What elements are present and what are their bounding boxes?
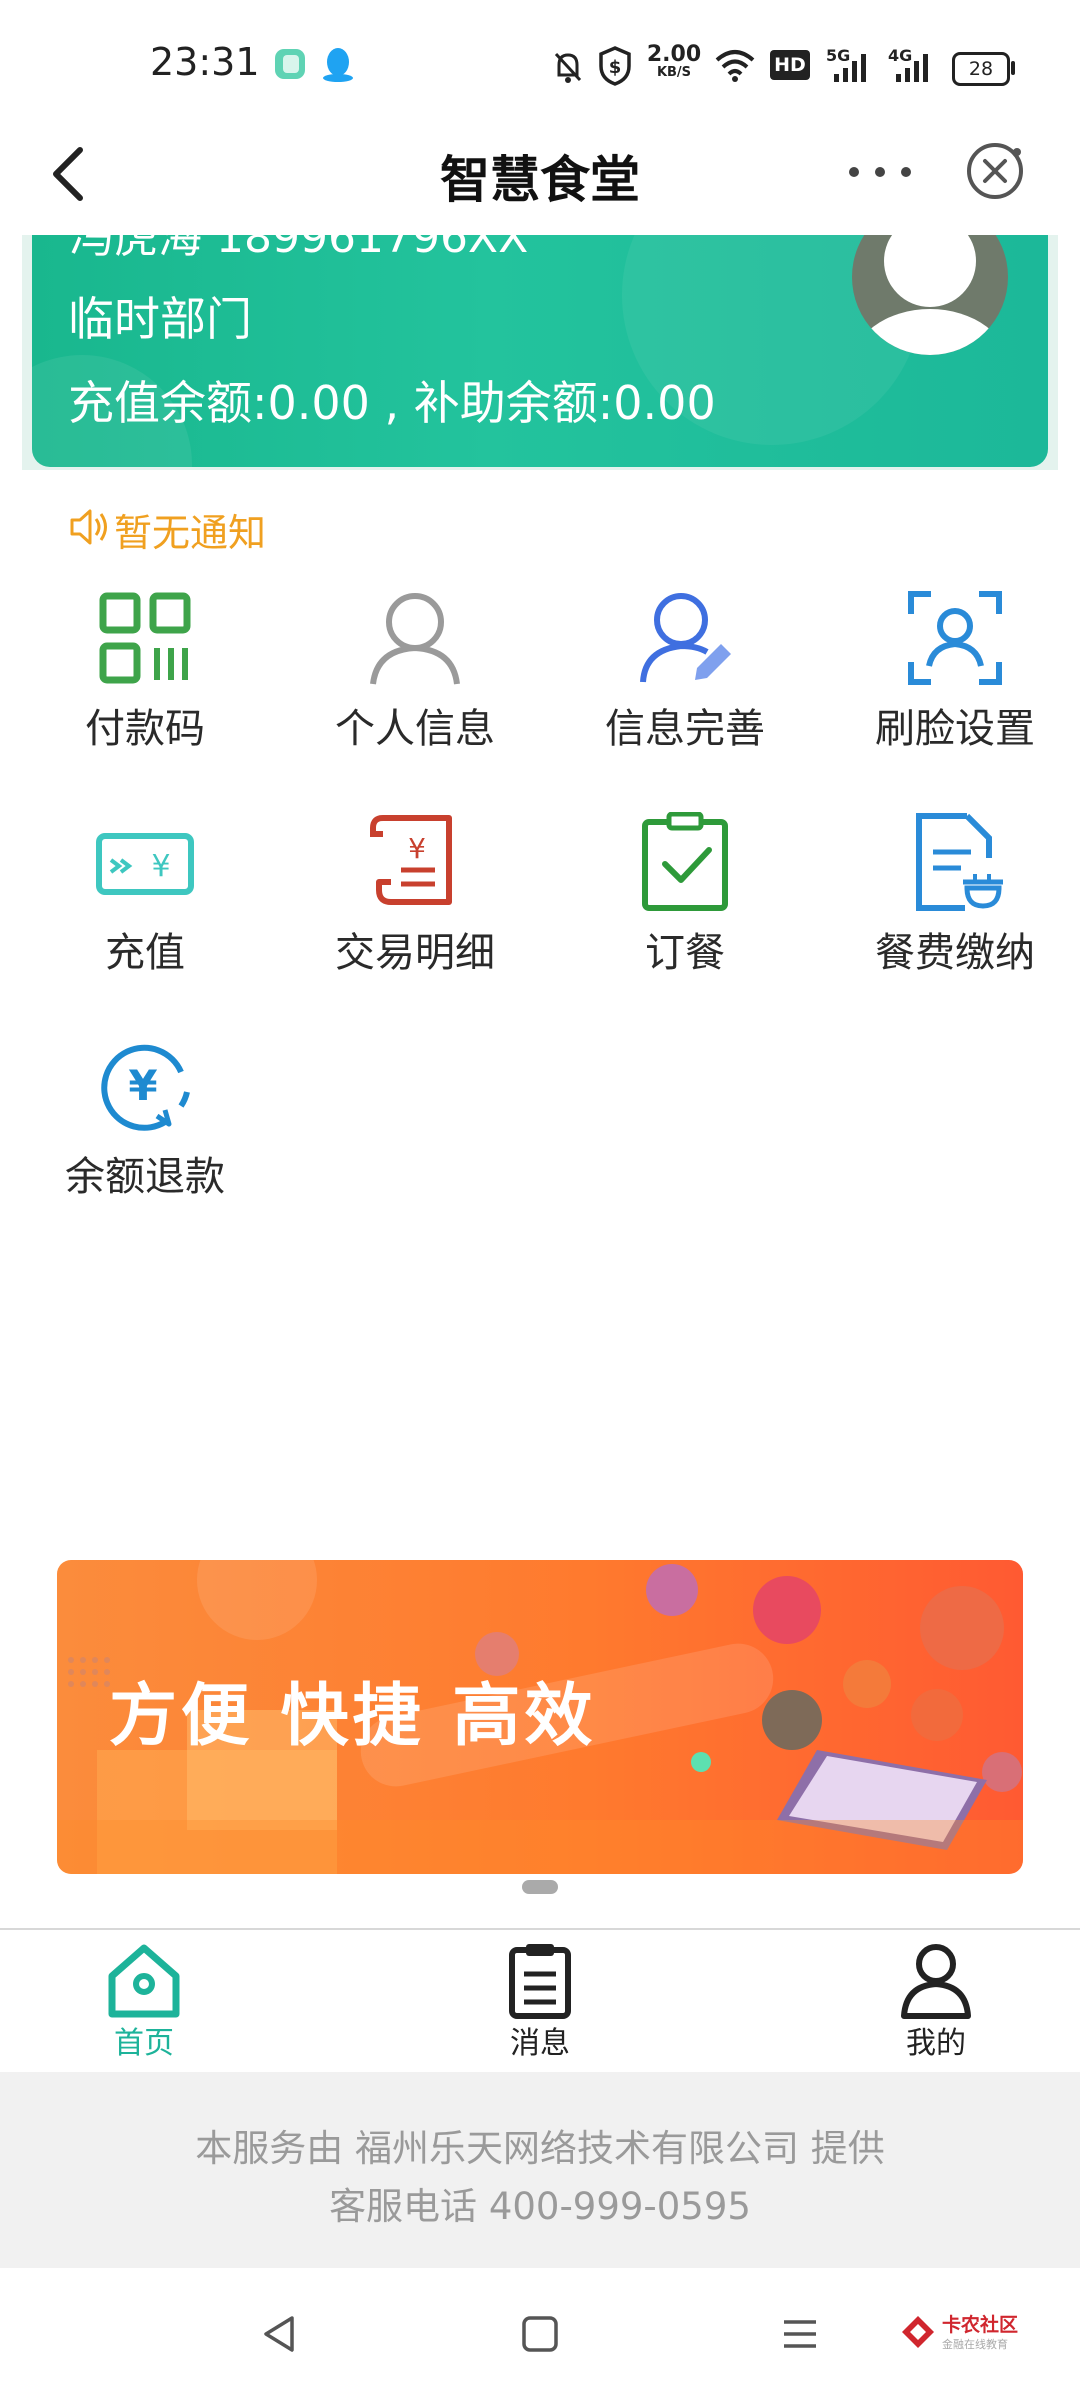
speaker-icon [70,509,107,545]
nav-home-button[interactable] [518,2312,562,2360]
meal-bill-icon [916,813,1003,911]
tab-mine[interactable]: 我的 [826,1932,1046,2061]
triangle-back-icon [264,2316,294,2352]
menu-label: 餐费缴纳 [875,930,1035,976]
tab-bar-divider [0,1928,1080,1930]
svg-text:¥: ¥ [151,849,170,884]
nav-back-button[interactable] [258,2312,302,2360]
promo-banner[interactable]: 方便 快捷 高效 [57,1560,1023,1874]
card-user-name-phone: 冯虎海 189961796XX [70,235,529,263]
menu-item-refund[interactable]: ¥ 余额退款 [10,1036,280,1236]
menu-label: 余额退款 [65,1154,225,1200]
menu-item-transactions[interactable]: ¥ 交易明细 [280,812,550,1012]
menu-label: 刷脸设置 [875,706,1035,752]
user-icon [901,1944,971,2019]
hamburger-icon [784,2320,816,2348]
notice-text: 暂无通知 [114,511,267,555]
tab-messages[interactable]: 消息 [430,1932,650,2061]
nav-menu-button[interactable] [778,2312,822,2360]
menu-label: 订餐 [645,930,725,976]
close-button[interactable] [962,138,1028,204]
watermark-text: 卡农社区 [942,2314,1019,2336]
qr-code-icon [99,592,191,684]
menu-label: 交易明细 [335,930,495,976]
tab-label: 我的 [906,2026,966,2061]
person-edit-icon [640,593,731,683]
menu-item-info-complete[interactable]: 信息完善 [550,588,820,788]
footer-hotline-text[interactable]: 客服电话 400-999-0595 [0,2176,1080,2230]
card-balance: 充值余额:0.00 , 补助余额:0.00 [68,376,716,430]
hd-badge: HD [770,50,810,80]
watermark-subtext: 金融在线教育 [942,2338,1008,2351]
status-time: 23:31 [150,40,260,84]
menu-label: 付款码 [85,706,205,752]
watermark: 卡农社区 金融在线教育 [900,2310,1070,2360]
net-speed: 2.00 KB/S [646,42,702,80]
signal-5g-icon [832,52,872,88]
recharge-card-icon: ¥ [96,833,194,895]
svg-text:$: $ [609,57,622,78]
svg-text:¥: ¥ [128,1061,157,1110]
wifi-icon [714,48,756,88]
watermark-logo-icon [902,2316,934,2348]
battery-indicator: 28 [952,52,1010,86]
person-icon [370,593,460,685]
square-home-icon [522,2316,558,2352]
home-icon [108,1944,180,2018]
banner-page-indicator [522,1880,558,1894]
banner-slogan: 方便 快捷 高效 [109,1676,597,1756]
more-button[interactable] [840,140,920,200]
menu-label: 信息完善 [605,706,765,752]
scroll-receipt-icon: ¥ [370,815,452,905]
tab-home[interactable]: 首页 [34,1932,254,2061]
user-card: 冯虎海 189961796XX 临时部门 充值余额:0.00 , 补助余额:0.… [32,235,1048,467]
footer-provider-text: 本服务由 福州乐天网络技术有限公司 提供 [195,2127,885,2170]
menu-item-personal-info[interactable]: 个人信息 [280,588,550,788]
svg-text:¥: ¥ [408,832,426,865]
card-department: 临时部门 [68,292,252,346]
qq-icon [320,44,356,88]
face-scan-icon [908,591,1002,685]
checklist-icon [642,812,728,911]
close-circle-icon [967,143,1023,199]
more-dots-icon [849,167,911,177]
clipboard-icon [509,1944,571,2019]
menu-label: 个人信息 [335,706,495,752]
menu-item-meal-fee[interactable]: 餐费缴纳 [820,812,1080,1012]
tab-label: 消息 [510,2026,570,2061]
yuan-refund-icon: ¥ [101,1044,190,1131]
mute-bell-icon [552,50,584,88]
app-notification-icon [272,46,308,86]
battery-tip [1011,61,1015,75]
menu-label: 充值 [105,930,185,976]
menu-item-recharge[interactable]: ¥ 充值 [10,812,280,1012]
menu-item-order-meal[interactable]: 订餐 [550,812,820,1012]
menu-item-face-setting[interactable]: 刷脸设置 [820,588,1080,788]
signal-4g-icon [894,52,934,88]
menu-item-payment-code[interactable]: 付款码 [10,588,280,788]
shield-icon: $ [598,46,632,90]
tab-label: 首页 [114,2026,174,2061]
